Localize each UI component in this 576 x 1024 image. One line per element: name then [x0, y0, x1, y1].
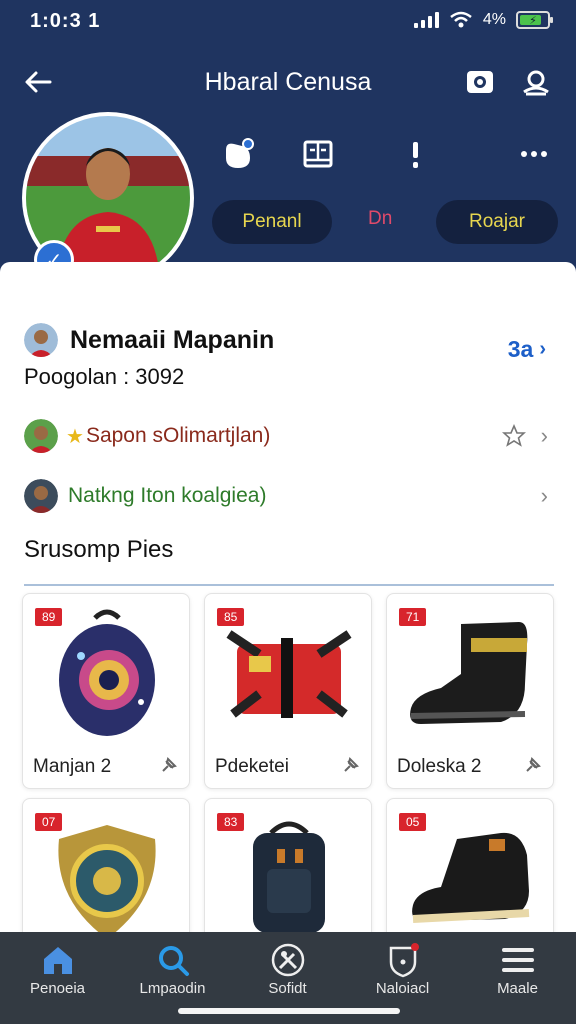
- price-tag: 07: [35, 813, 63, 831]
- status-time: 1:0:3 1: [30, 10, 101, 32]
- price-tag: 05: [399, 813, 427, 831]
- star-outline-icon[interactable]: [502, 424, 526, 448]
- section-divider: [24, 584, 554, 586]
- menu-icon: [502, 948, 534, 972]
- more-icon[interactable]: [516, 136, 552, 172]
- signal-icon: [413, 12, 439, 28]
- navigation-bar: Hbaral Cenusa: [0, 54, 576, 110]
- product-name: Manjan 2: [33, 756, 112, 777]
- product-name: Doleska 2: [397, 756, 482, 777]
- book-icon[interactable]: [300, 136, 336, 172]
- like-icon[interactable]: [220, 136, 256, 172]
- info-icon[interactable]: [398, 136, 434, 172]
- product-name: Pdeketei: [215, 756, 289, 777]
- status-bar: 1:0:3 1 4% ⚡: [0, 0, 576, 44]
- price-tag: 83: [217, 813, 245, 831]
- followers-count: 3a: [507, 336, 534, 362]
- home-icon: [44, 947, 72, 974]
- profile-name: Nemaaii Mapanin: [70, 325, 275, 354]
- profile-header: 1:0:3 1 4% ⚡ Hbaral Cenusa ✓ Penanl Dn R…: [0, 0, 576, 290]
- tab-label: Sofidt: [268, 980, 307, 997]
- back-arrow-icon[interactable]: [20, 64, 56, 100]
- list-item-nothing[interactable]: Natkng Iton koalgiea) ›: [24, 474, 554, 518]
- price-tag: 89: [35, 608, 63, 626]
- chevron-right-icon: ›: [539, 338, 546, 360]
- tab-label: Maale: [497, 980, 538, 997]
- price-tag: 71: [399, 608, 427, 626]
- page-title: Hbaral Cenusa: [204, 68, 372, 96]
- personal-button[interactable]: Penanl: [212, 200, 332, 244]
- battery-icon: ⚡: [516, 11, 553, 29]
- list-item-label: Natkng Iton koalgiea): [68, 484, 267, 507]
- home-indicator[interactable]: [178, 1008, 400, 1014]
- list-item-favorites[interactable]: ★ Sapon sOlimartjlan) ›: [24, 414, 554, 458]
- list-avatar: [24, 419, 58, 453]
- pin-icon[interactable]: [341, 757, 359, 775]
- settings-icon[interactable]: [520, 66, 552, 98]
- product-card[interactable]: 85 Pdeketei: [204, 593, 372, 789]
- price-tag: 85: [217, 608, 245, 626]
- regular-button[interactable]: Roajar: [436, 200, 558, 244]
- wifi-icon: [450, 11, 472, 28]
- star-icon: ★: [66, 425, 84, 448]
- points-label: Poogolan : 3092: [24, 364, 185, 389]
- status-icons: 4% ⚡: [413, 11, 553, 29]
- tab-menu[interactable]: Maale: [460, 932, 575, 1024]
- list-avatar: [24, 479, 58, 513]
- camera-icon[interactable]: [464, 66, 496, 98]
- tab-label: Naloiacl: [375, 980, 430, 997]
- pin-icon[interactable]: [159, 757, 177, 775]
- chevron-right-icon: ›: [540, 483, 548, 508]
- tab-label: Lmpaodin: [139, 980, 206, 997]
- chevron-right-icon: ›: [540, 423, 548, 448]
- profile-name-row[interactable]: Nemaaii Mapanin: [24, 318, 554, 362]
- mini-avatar: [24, 323, 58, 357]
- tab-home[interactable]: Penoeia: [0, 932, 115, 1024]
- pin-icon[interactable]: [523, 757, 541, 775]
- followers-count-link[interactable]: 3a ›: [508, 336, 546, 363]
- section-title: Srusomp Pies: [24, 536, 174, 563]
- notification-icon: [389, 943, 419, 978]
- tab-label: Penoeia: [29, 980, 86, 997]
- battery-percent: 4%: [482, 11, 506, 28]
- search-icon: [159, 946, 189, 976]
- product-card[interactable]: 71 Doleska 2: [386, 593, 554, 789]
- tools-icon: [271, 943, 305, 977]
- product-card[interactable]: 89 Manjan 2: [22, 593, 190, 789]
- list-item-label: Sapon sOlimartjlan): [85, 424, 271, 447]
- center-link[interactable]: Dn: [368, 208, 392, 230]
